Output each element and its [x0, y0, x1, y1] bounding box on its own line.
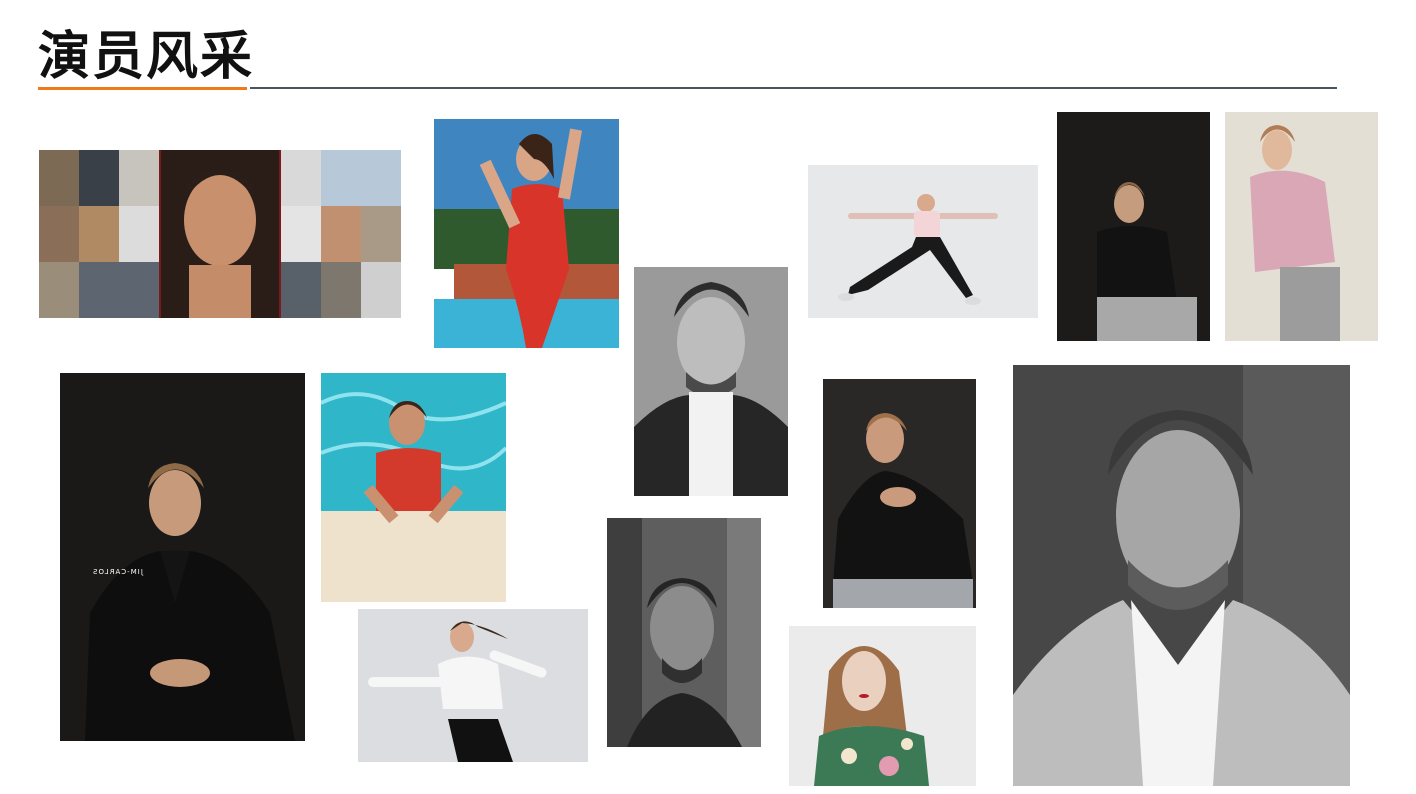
- title-accent-underline: [38, 87, 247, 90]
- photo-man-reflection-bw: [607, 518, 761, 747]
- page-title: 演员风采: [38, 27, 255, 87]
- photo-woman-pink-blouse: [1225, 112, 1378, 341]
- photo-woman-floral-top: [789, 626, 976, 786]
- title-divider-line: [250, 87, 1337, 89]
- photo-woman-red-swimsuit-poolside: [434, 119, 619, 348]
- photo-man-seated-dark: [1057, 112, 1210, 341]
- photo-woman-yoga-pose: [808, 165, 1038, 318]
- photo-collage-male-model: [39, 150, 401, 318]
- photo-man-turtleneck-bw: [634, 267, 788, 496]
- photo-woman-in-pool: [321, 373, 506, 602]
- photo-man-black-shirt-watch: [823, 379, 976, 608]
- photo-woman-white-crop-top-dance: [358, 609, 588, 762]
- photo-man-blazer-bw-portrait: [1013, 365, 1350, 786]
- photo-caption: JIM-CARLOS: [92, 568, 143, 576]
- photo-man-black-suit: JIM-CARLOS: [60, 373, 305, 741]
